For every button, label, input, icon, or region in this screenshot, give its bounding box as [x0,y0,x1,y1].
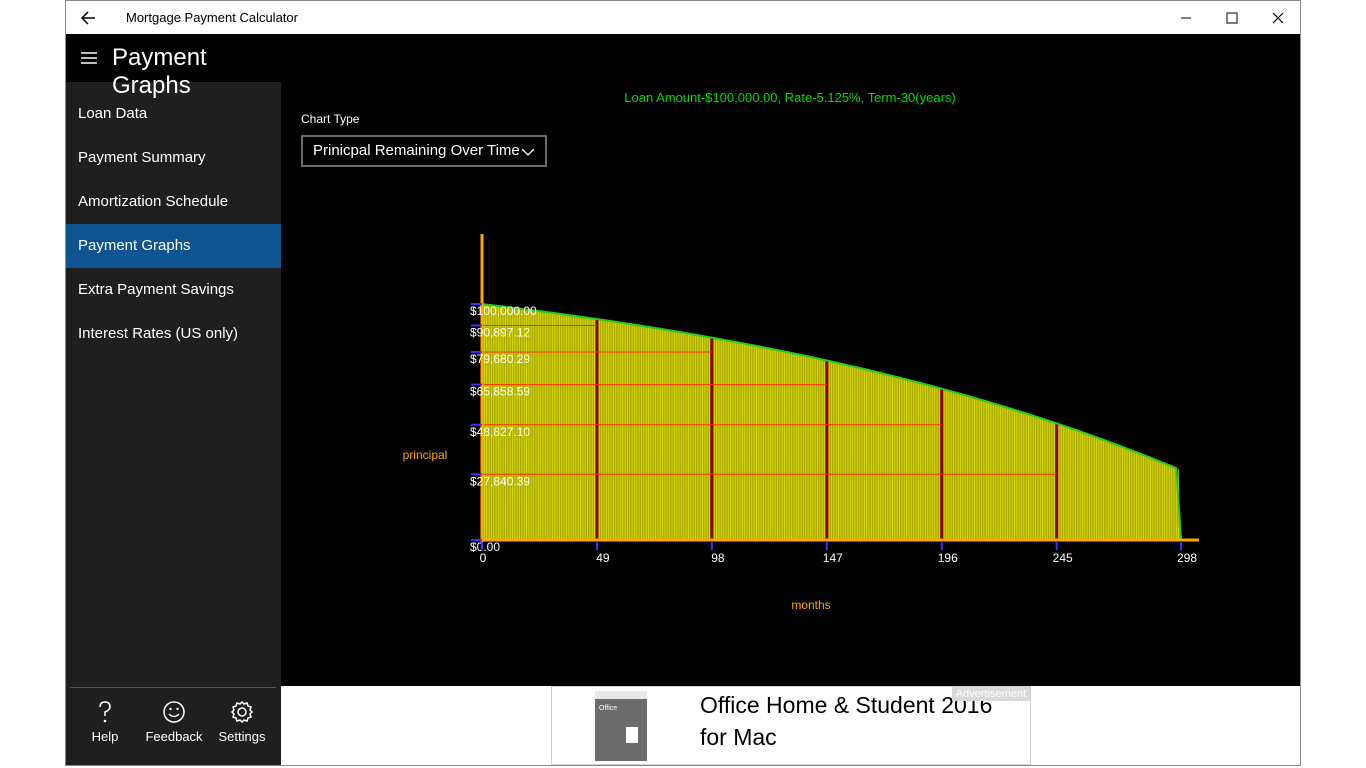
nav-item-loan-data[interactable]: Loan Data [66,92,281,136]
app-window: Mortgage Payment Calculator Payment Grap… [65,0,1301,766]
maximize-button[interactable] [1209,1,1255,34]
hamburger-icon [81,52,97,64]
x-axis-label: months [791,598,830,612]
nav-item-extra-payment-savings[interactable]: Extra Payment Savings [66,268,281,312]
title-bar: Mortgage Payment Calculator [66,1,1300,34]
feedback-button[interactable]: Feedback [144,699,204,759]
nav-header: Payment Graphs [66,34,281,99]
settings-button[interactable]: Settings [214,699,270,759]
y-tick-label: $79,680.29 [470,352,530,366]
settings-label: Settings [218,729,266,744]
help-label: Help [91,729,119,744]
y-tick-label: $90,897.12 [470,325,530,339]
y-tick-label: $100,000.00 [470,304,537,318]
x-tick-label: 196 [938,551,958,565]
gear-icon [230,700,254,724]
chart-type-dropdown[interactable]: Prinicpal Remaining Over Time [301,135,547,167]
principal-chart: Loan Amount-$100,000.00, Rate-5.125%, Te… [403,90,1199,612]
app-title: Mortgage Payment Calculator [126,10,298,25]
back-button[interactable] [78,7,102,29]
ad-thumb-text: Office [599,705,618,712]
ad-thumb-header [595,691,647,699]
chevron-down-icon [521,148,535,156]
nav-item-amortization-schedule[interactable]: Amortization Schedule [66,180,281,224]
minimize-icon [1181,17,1191,19]
close-button[interactable] [1255,1,1300,34]
ad-product-image: Office [595,691,647,761]
x-tick-label: 49 [596,551,610,565]
chart-title: Loan Amount-$100,000.00, Rate-5.125%, Te… [624,90,955,105]
advertisement-banner[interactable]: Office Office Home & Student 2016 for Ma… [551,686,1031,765]
hamburger-button[interactable] [78,48,100,68]
minimize-button[interactable] [1163,1,1209,34]
nav-item-payment-graphs[interactable]: Payment Graphs [66,224,281,268]
x-tick-label: 0 [480,551,487,565]
maximize-icon [1226,12,1238,24]
smiley-icon [163,701,185,723]
y-tick-label: $48,827.10 [470,425,530,439]
close-icon [1272,12,1284,24]
x-tick-label: 245 [1053,551,1073,565]
nav-item-interest-rates[interactable]: Interest Rates (US only) [66,312,281,356]
main-content: Loan Amount-$100,000.00, Rate-5.125%, Te… [281,34,1300,686]
chart-type-label: Chart Type [301,112,360,126]
help-button[interactable]: Help [80,699,130,759]
question-icon [99,701,111,723]
navigation-pane: Payment Graphs Loan Data Payment Summary… [66,34,281,765]
x-tick-label: 98 [711,551,725,565]
ad-badge: Advertisement [951,687,1030,701]
x-tick-label: 147 [823,551,843,565]
y-tick-label: $27,840.39 [470,474,530,488]
feedback-label: Feedback [145,729,203,744]
y-tick-label: $65,858.59 [470,385,530,399]
nav-divider [70,687,276,688]
chart-type-selected: Prinicpal Remaining Over Time [313,142,520,159]
y-axis-label: principal [403,448,448,462]
nav-item-payment-summary[interactable]: Payment Summary [66,136,281,180]
ad-bar: Office Office Home & Student 2016 for Ma… [281,686,1300,765]
office-logo-icon [626,727,638,743]
x-tick-label: 298 [1177,551,1197,565]
back-arrow-icon [80,11,95,25]
